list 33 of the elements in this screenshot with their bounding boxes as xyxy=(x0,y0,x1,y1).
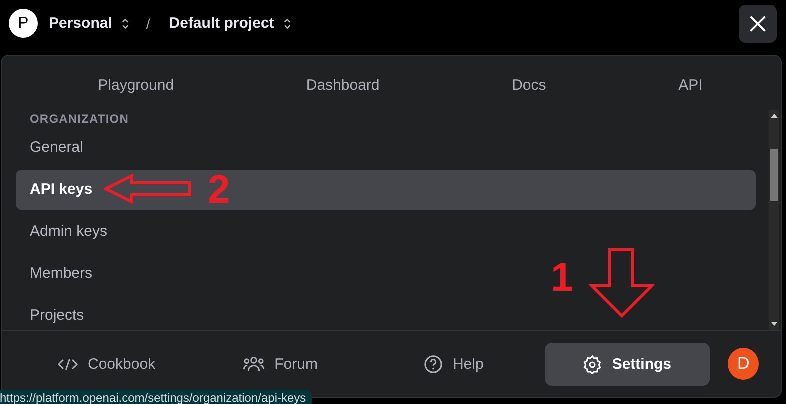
nav-link[interactable]: API xyxy=(678,76,703,94)
scrollbar-thumb[interactable] xyxy=(770,149,778,201)
close-icon xyxy=(749,14,767,32)
sidebar-item[interactable]: General xyxy=(16,128,98,168)
nav-link[interactable]: Dashboard xyxy=(306,76,380,94)
settings-icon xyxy=(583,354,602,374)
sidebar-item[interactable]: Members xyxy=(16,254,107,294)
annotation-number: 1 xyxy=(551,258,574,298)
nav-link[interactable]: Playground xyxy=(98,76,174,94)
footer-button[interactable]: Cookbook xyxy=(24,342,190,386)
footer-button[interactable]: Settings xyxy=(544,342,710,386)
chevron-updown-icon xyxy=(121,18,130,30)
close-button[interactable] xyxy=(739,4,777,42)
people-icon xyxy=(242,356,265,372)
scrollbar[interactable] xyxy=(769,110,779,330)
user-avatar[interactable]: D xyxy=(728,348,759,380)
breadcrumb-separator: / xyxy=(146,16,150,32)
help-icon xyxy=(424,354,443,374)
sidebar-item[interactable]: Projects xyxy=(16,296,98,330)
annotation-number: 2 xyxy=(208,170,230,210)
code-icon xyxy=(58,358,78,370)
avatar[interactable]: P xyxy=(9,9,38,38)
scroll-down-icon[interactable] xyxy=(770,322,778,327)
project-switcher[interactable]: Default project xyxy=(169,15,292,32)
sidebar-item[interactable]: Admin keys xyxy=(16,212,122,252)
scroll-up-icon[interactable] xyxy=(770,113,778,118)
annotation-arrow xyxy=(589,248,655,318)
nav-link[interactable]: Docs xyxy=(512,76,546,94)
footer-button[interactable]: Help xyxy=(371,342,537,386)
chevron-updown-icon xyxy=(283,18,292,30)
footer-button[interactable]: Forum xyxy=(198,342,364,386)
organization-switcher[interactable]: Personal xyxy=(49,15,130,32)
section-heading: ORGANIZATION xyxy=(29,111,130,128)
